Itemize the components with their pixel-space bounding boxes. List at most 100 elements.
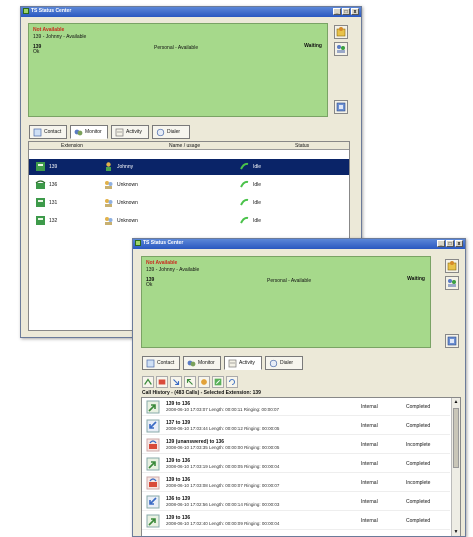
window-title: TS Status Center: [143, 240, 184, 246]
column-header-name[interactable]: Name / usage: [169, 143, 200, 149]
tab-label: Dialer: [280, 360, 294, 366]
call-missed-icon: [146, 438, 160, 452]
call-history-list[interactable]: 139 to 136 2008-06-10 17:02:40 Length: 00…: [141, 397, 461, 536]
call-in-icon: [146, 495, 160, 509]
internal-call-icon: [201, 379, 207, 385]
outgoing-calls-button[interactable]: [184, 376, 196, 388]
call-detail: 2008-06-10 17:03:08 Length: 00:00:07 Rin…: [166, 483, 280, 488]
name-cell: Unknown: [117, 218, 138, 224]
history-row[interactable]: 139 to 136 2008-06-10 17:03:08 Length: 00…: [142, 474, 450, 492]
monitor-icon: [74, 129, 83, 135]
status-warning: Not Available: [33, 27, 65, 33]
tab-contact[interactable]: Contact: [142, 356, 180, 370]
call-out-icon: [146, 400, 160, 414]
idle-handset-icon: [240, 180, 249, 188]
app-icon: [23, 8, 29, 14]
status-panel: Not Available 139 - Johnny - Available 1…: [28, 23, 328, 117]
call-result: Completed: [406, 404, 431, 410]
table-row[interactable]: 132 Unknown Idle: [29, 213, 349, 229]
close-button[interactable]: x: [351, 8, 359, 15]
extension-phone-icon: [36, 198, 45, 207]
scroll-up-icon[interactable]: ▲: [452, 398, 460, 406]
extension-cell: 132: [49, 218, 58, 224]
status-extension-state: Ok: [146, 282, 153, 288]
table-row[interactable]: 136 Unknown Idle: [29, 177, 349, 193]
refresh-history-button[interactable]: [226, 376, 238, 388]
call-type: Internal: [361, 499, 378, 505]
dialer-icon: [269, 359, 278, 367]
settings-button[interactable]: [334, 100, 348, 114]
table-row[interactable]: 139 Johnny Idle: [29, 159, 349, 175]
minimize-button[interactable]: _: [333, 8, 341, 15]
directory-icon: [447, 261, 457, 271]
tab-contact[interactable]: Contact: [29, 125, 67, 139]
history-row[interactable]: 139 to 136 2008-06-10 17:03:07 Length: 00…: [142, 398, 450, 416]
title-bar[interactable]: TS Status Center _ □ x: [133, 239, 465, 249]
directory-button[interactable]: [445, 259, 459, 273]
users-button[interactable]: [445, 276, 459, 290]
title-bar[interactable]: TS Status Center _ □ x: [21, 7, 361, 17]
tab-monitor[interactable]: Monitor: [183, 356, 221, 370]
status-line: 139 - Johnny - Available: [33, 34, 87, 40]
call-type: Internal: [361, 404, 378, 410]
tab-dialer[interactable]: Dialer: [265, 356, 303, 370]
tab-dialer[interactable]: Dialer: [152, 125, 190, 139]
history-row[interactable]: 137 to 139 2008-06-10 17:03:44 Length: 00…: [142, 417, 450, 435]
external-call-icon: [214, 378, 222, 386]
close-button[interactable]: x: [455, 240, 463, 247]
column-header-extension[interactable]: Extension: [61, 143, 83, 149]
tab-activity[interactable]: Activity: [111, 125, 149, 139]
window-title: TS Status Center: [31, 8, 72, 14]
settings-button[interactable]: [445, 334, 459, 348]
history-row[interactable]: 139 to 136 2008-06-10 17:02:40 Length: 00…: [142, 512, 450, 530]
extension-cell: 139: [49, 164, 58, 170]
status-presence: Personal - Available: [267, 278, 312, 284]
tab-activity[interactable]: Activity: [224, 356, 262, 370]
missed-calls-button[interactable]: [156, 376, 168, 388]
call-result: Completed: [406, 461, 431, 467]
users-button[interactable]: [334, 42, 348, 56]
all-calls-button[interactable]: [142, 376, 154, 388]
extension-phone-icon: [36, 216, 45, 225]
history-scrollbar[interactable]: ▲ ▼: [451, 398, 460, 536]
status-cell: Idle: [253, 218, 262, 224]
scroll-thumb[interactable]: [453, 408, 459, 468]
maximize-button[interactable]: □: [342, 8, 350, 15]
status-panel: Not Available 139 - Johnny - Available 1…: [141, 256, 431, 348]
column-header-status[interactable]: Status: [295, 143, 309, 149]
table-row[interactable]: 131 Unknown Idle: [29, 195, 349, 211]
incoming-calls-button[interactable]: [170, 376, 182, 388]
extension-phone-icon: [36, 162, 45, 171]
internal-calls-button[interactable]: [198, 376, 210, 388]
call-detail: 2008-06-10 17:03:07 Length: 00:00:11 Rin…: [166, 407, 280, 412]
desk-phone-icon: [35, 180, 46, 189]
tab-label: Monitor: [85, 129, 102, 135]
missed-calls-icon: [158, 379, 166, 385]
tab-label: Contact: [157, 360, 175, 366]
tab-monitor[interactable]: Monitor: [70, 125, 108, 139]
call-in-icon: [146, 419, 160, 433]
refresh-icon: [228, 378, 236, 386]
scroll-down-icon[interactable]: ▼: [452, 528, 460, 536]
unknown-user-icon: [105, 181, 113, 189]
minimize-button[interactable]: _: [437, 240, 445, 247]
directory-button[interactable]: [334, 25, 348, 39]
status-extension-state: Ok: [33, 49, 40, 55]
app-icon: [135, 240, 141, 246]
history-row[interactable]: 139 (unanswered) to 136 2008-06-10 17:03:…: [142, 436, 450, 454]
history-row[interactable]: 136 to 139 2008-06-10 17:02:56 Length: 00…: [142, 493, 450, 511]
phone-settings-icon: [336, 102, 346, 112]
contact-icon: [146, 359, 155, 367]
status-warning: Not Available: [146, 260, 178, 266]
call-type: Internal: [361, 423, 378, 429]
contact-icon: [33, 128, 42, 136]
status-presence: Personal - Available: [154, 45, 199, 51]
external-calls-button[interactable]: [212, 376, 224, 388]
call-detail: 2008-06-10 17:03:44 Length: 00:00:12 Rin…: [166, 426, 280, 431]
user-icon: [106, 162, 111, 171]
tab-label: Contact: [44, 129, 62, 135]
name-cell: Unknown: [117, 182, 138, 188]
maximize-button[interactable]: □: [446, 240, 454, 247]
call-detail: 2008-06-10 17:03:35 Length: 00:00:00 Rin…: [166, 445, 280, 450]
history-row[interactable]: 139 to 136 2008-06-10 17:03:19 Length: 00…: [142, 455, 450, 473]
